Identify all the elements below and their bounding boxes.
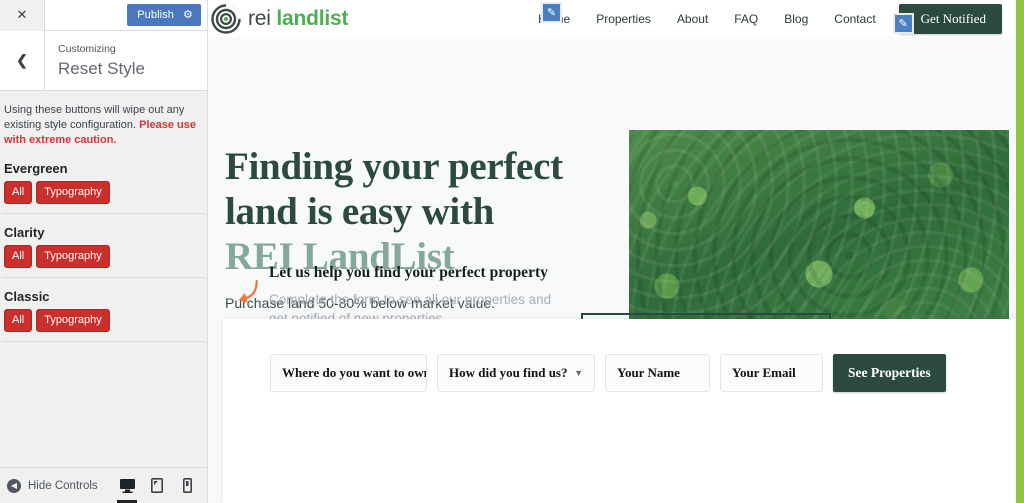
form-fields-row: Where do you want to own land? How did y… [223, 319, 1018, 392]
reset-typography-button-clarity[interactable]: Typography [36, 245, 110, 268]
curved-arrow-icon [238, 279, 258, 303]
location-input-value: Where do you want to own land? [282, 365, 426, 380]
nav-item-properties[interactable]: Properties [583, 9, 664, 29]
logo-wordmark: rei landlist [248, 6, 349, 31]
customizer-screen: ✕ Publish ⚙ ❮ Customizing Reset Style Us… [0, 0, 1024, 503]
gear-icon[interactable]: ⚙ [183, 9, 193, 21]
reset-all-button-classic[interactable]: All [4, 309, 33, 332]
reset-typography-button-classic[interactable]: Typography [36, 309, 110, 332]
hero-heading-line2: land is easy with [225, 190, 495, 233]
style-group-buttons: All Typography [4, 181, 203, 213]
close-icon[interactable]: ✕ [0, 0, 45, 31]
panel-body: Using these buttons will wipe out any ex… [0, 91, 207, 467]
site-nav: Home Properties About FAQ Blog Contact ✎… [525, 3, 1002, 34]
publish-button[interactable]: Publish ⚙ [127, 4, 201, 26]
accent-scroll-bar[interactable] [1016, 0, 1024, 503]
panel-eyebrow: Customizing [58, 43, 116, 55]
style-group-evergreen: Evergreen All Typography [0, 161, 207, 213]
device-preview-switcher [113, 468, 201, 503]
see-properties-button[interactable]: See Properties [833, 354, 946, 392]
tablet-glyph [151, 478, 163, 493]
site-header: rei landlist ✎ Home Properties About FAQ… [208, 0, 1024, 37]
hero-helper-block: Let us help you find your perfect proper… [225, 261, 569, 328]
style-group-clarity: Clarity All Typography [0, 225, 207, 277]
panel-header: ❮ Customizing Reset Style [0, 31, 207, 91]
name-input[interactable]: Your Name [605, 354, 710, 392]
desktop-glyph [119, 479, 135, 493]
style-group-title: Evergreen [4, 161, 68, 176]
divider [2, 277, 205, 278]
divider [2, 213, 205, 214]
chevron-down-icon: ▼ [574, 368, 583, 378]
hero-heading-line1: Finding your perfect [225, 145, 563, 188]
customizer-sidebar: ✕ Publish ⚙ ❮ Customizing Reset Style Us… [0, 0, 208, 503]
cta-wrapper: ✎ Get Notified [892, 3, 1002, 34]
panel-title-wrap: Customizing Reset Style [45, 31, 145, 90]
referral-source-value: How did you find us? [449, 365, 568, 380]
mobile-icon[interactable] [173, 468, 201, 503]
nav-item-about[interactable]: About [664, 9, 721, 29]
hide-controls-button[interactable]: ◀ Hide Controls [7, 478, 98, 493]
lead-capture-form: Where do you want to own land? How did y… [223, 319, 1018, 503]
style-group-classic: Classic All Typography [0, 289, 207, 341]
nav-item-contact[interactable]: Contact [821, 9, 888, 29]
nav-item-blog[interactable]: Blog [771, 9, 821, 29]
nav-item-faq[interactable]: FAQ [721, 9, 771, 29]
email-input-value: Your Email [732, 365, 796, 380]
collapse-arrow-icon: ◀ [7, 478, 21, 493]
tablet-icon[interactable] [143, 468, 171, 503]
style-group-buttons: All Typography [4, 245, 203, 277]
hide-controls-label: Hide Controls [28, 479, 98, 492]
cta-edit-pencil-icon[interactable]: ✎ [892, 12, 914, 34]
referral-source-select[interactable]: How did you find us? ▼ [437, 354, 595, 392]
reset-all-button-clarity[interactable]: All [4, 245, 33, 268]
reset-description: Using these buttons will wipe out any ex… [0, 91, 207, 150]
get-notified-button[interactable]: Get Notified [898, 3, 1002, 34]
name-input-value: Your Name [617, 365, 680, 380]
publish-button-label: Publish [137, 9, 175, 21]
customizer-footer: ◀ Hide Controls [0, 467, 207, 503]
reset-typography-button-evergreen[interactable]: Typography [36, 181, 110, 204]
site-logo[interactable]: rei landlist [208, 3, 349, 34]
style-group-title: Classic [4, 289, 50, 304]
mobile-glyph [182, 478, 192, 493]
panel-title: Reset Style [58, 59, 145, 78]
style-group-title: Clarity [4, 225, 45, 240]
hero-heading: Finding your perfect land is easy with R… [225, 144, 585, 279]
hero-section: Finding your perfect land is easy with R… [208, 37, 1024, 503]
customizer-topbar: ✕ Publish ⚙ [0, 0, 207, 31]
location-input[interactable]: Where do you want to own land? [270, 354, 427, 392]
divider [2, 341, 205, 342]
helper-title: Let us help you find your perfect proper… [269, 264, 548, 281]
site-preview: rei landlist ✎ Home Properties About FAQ… [208, 0, 1024, 503]
hero-helper-text: Let us help you find your perfect proper… [269, 261, 569, 328]
reset-all-button-evergreen[interactable]: All [4, 181, 33, 204]
nav-edit-pencil-icon[interactable]: ✎ [541, 2, 562, 23]
spiral-target-logo-icon [211, 3, 241, 34]
style-group-buttons: All Typography [4, 309, 203, 341]
email-input[interactable]: Your Email [720, 354, 823, 392]
desktop-icon[interactable] [113, 468, 141, 503]
chevron-left-icon[interactable]: ❮ [0, 31, 45, 90]
logo-text-primary: rei [248, 6, 271, 30]
logo-text-accent: landlist [276, 6, 349, 30]
